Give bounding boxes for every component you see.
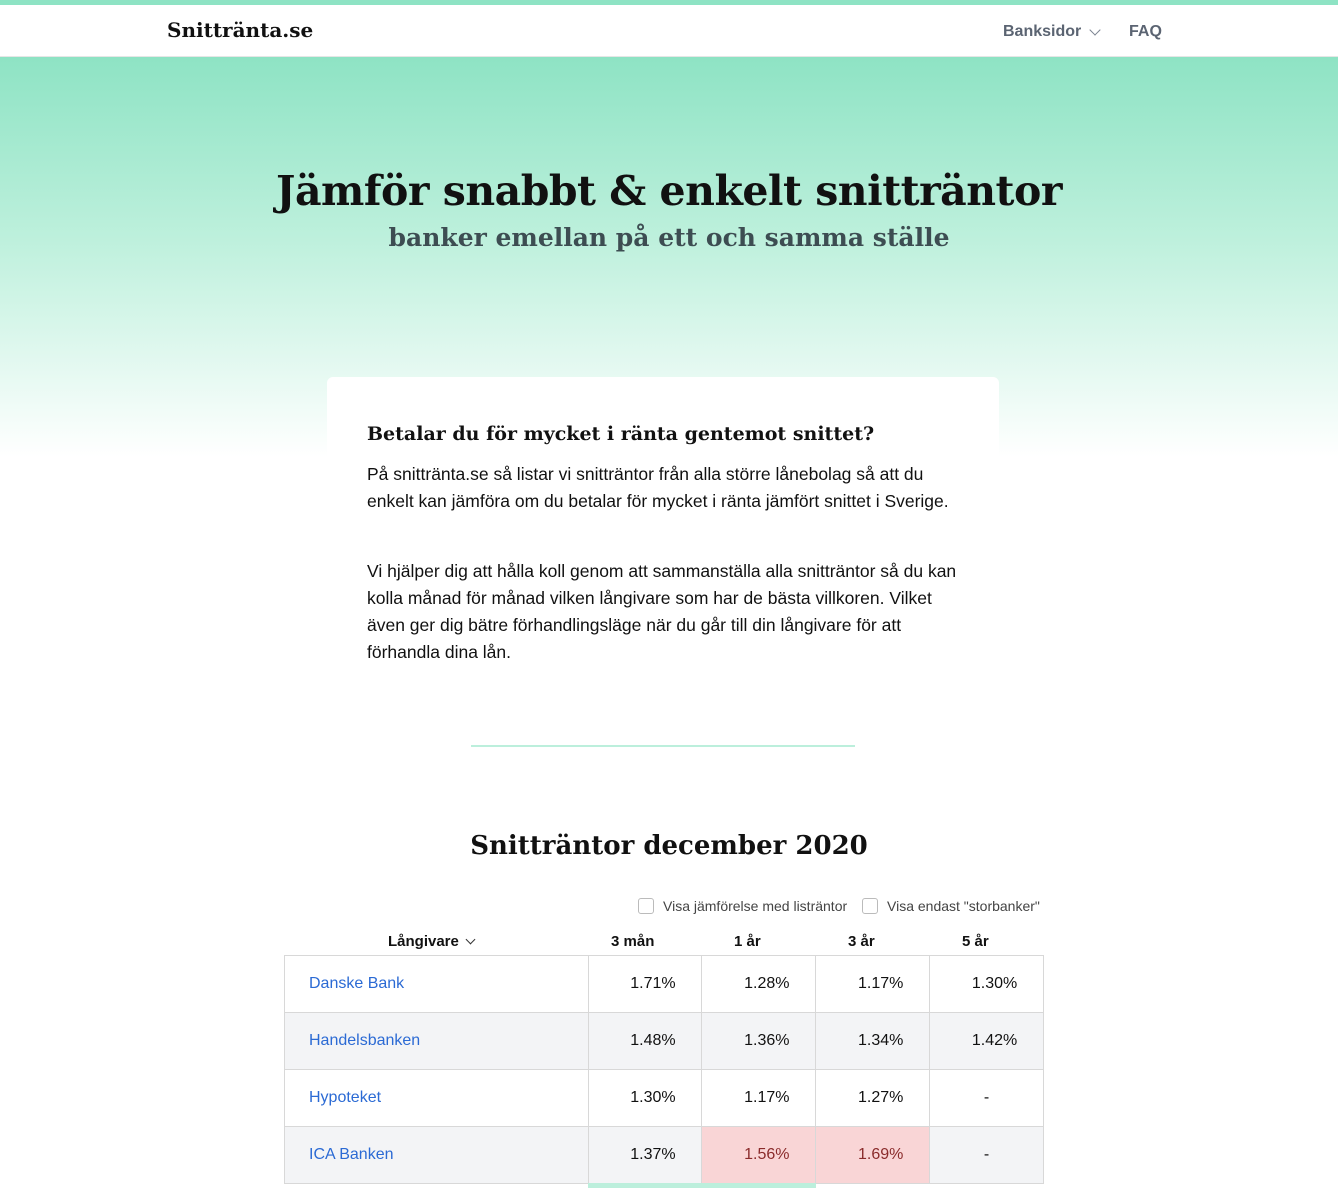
table-row: Danske Bank 1.71% 1.28% 1.17% 1.30% bbox=[284, 955, 1044, 1013]
lender-link[interactable]: ICA Banken bbox=[309, 1146, 394, 1163]
lender-link[interactable]: Hypoteket bbox=[309, 1089, 381, 1106]
rate-cell-above-average: 1.69% bbox=[815, 1126, 931, 1184]
rate-value: 1.17% bbox=[858, 975, 904, 992]
checkbox[interactable] bbox=[862, 898, 878, 914]
intro-card: Betalar du för mycket i ränta gentemot s… bbox=[327, 377, 999, 697]
rate-cell: - bbox=[929, 1069, 1044, 1127]
rate-cell: - bbox=[929, 1126, 1044, 1184]
rate-cell: 1.36% bbox=[701, 1012, 817, 1070]
rate-value: 1.56% bbox=[744, 1146, 790, 1163]
rate-value: 1.71% bbox=[630, 975, 676, 992]
table-row: Handelsbanken 1.48% 1.36% 1.34% 1.42% bbox=[284, 1012, 1044, 1070]
rate-value: 1.34% bbox=[858, 1032, 904, 1049]
table-row: Hypoteket 1.30% 1.17% 1.27% - bbox=[284, 1069, 1044, 1127]
filter-label: Visa endast "storbanker" bbox=[887, 898, 1040, 914]
filter-label: Visa jämförelse med listräntor bbox=[663, 898, 848, 914]
hero-subtitle: banker emellan på ett och samma ställe bbox=[388, 223, 950, 252]
rates-table: Danske Bank 1.71% 1.28% 1.17% 1.30% Hand… bbox=[284, 955, 1044, 1184]
nav-banksidor[interactable]: Banksidor bbox=[1003, 23, 1101, 41]
intro-paragraph-2: Vi hjälper dig att hålla koll genom att … bbox=[367, 561, 957, 662]
rate-cell: 1.27% bbox=[815, 1069, 931, 1127]
lender-link[interactable]: Handelsbanken bbox=[309, 1032, 420, 1049]
intro-paragraph-1: På snittränta.se så listar vi snittränto… bbox=[367, 464, 949, 511]
column-header-1y: 1 år bbox=[734, 933, 761, 950]
column-header-5y: 5 år bbox=[962, 933, 989, 950]
column-header-3y: 3 år bbox=[848, 933, 875, 950]
rate-cell: 1.17% bbox=[815, 955, 931, 1013]
rate-value: 1.48% bbox=[630, 1032, 676, 1049]
rates-title: Snitträntor december 2020 bbox=[470, 831, 868, 861]
rate-value: 1.42% bbox=[971, 1032, 1018, 1049]
rate-value: 1.30% bbox=[971, 975, 1018, 992]
nav-faq[interactable]: FAQ bbox=[1129, 23, 1162, 41]
filter-big-banks-only[interactable]: Visa endast "storbanker" bbox=[862, 898, 1040, 914]
rate-cell: 1.48% bbox=[587, 1012, 703, 1070]
hero-title: Jämför snabbt & enkelt snitträntor bbox=[276, 167, 1062, 215]
lender-cell: Handelsbanken bbox=[284, 1012, 589, 1070]
rate-cell: 1.42% bbox=[929, 1012, 1044, 1070]
rate-value: 1.69% bbox=[858, 1146, 904, 1163]
lender-cell: Hypoteket bbox=[284, 1069, 589, 1127]
next-row-highlight bbox=[588, 1183, 816, 1188]
rate-cell: 1.71% bbox=[587, 955, 703, 1013]
sort-chevron-icon bbox=[465, 934, 476, 945]
rate-value: - bbox=[983, 1089, 990, 1106]
rate-value: - bbox=[983, 1146, 990, 1163]
column-header-lender[interactable]: Långivare bbox=[388, 933, 476, 950]
column-header-label: Långivare bbox=[388, 933, 459, 950]
rate-cell: 1.37% bbox=[587, 1126, 703, 1184]
rate-cell: 1.17% bbox=[701, 1069, 817, 1127]
lender-cell: Danske Bank bbox=[284, 955, 589, 1013]
nav-banksidor-label: Banksidor bbox=[1003, 23, 1082, 40]
rate-value: 1.17% bbox=[744, 1089, 790, 1106]
section-divider bbox=[471, 745, 855, 747]
checkbox[interactable] bbox=[638, 898, 654, 914]
rate-cell-above-average: 1.56% bbox=[701, 1126, 817, 1184]
lender-cell: ICA Banken bbox=[284, 1126, 589, 1184]
rate-cell: 1.30% bbox=[929, 955, 1044, 1013]
rate-cell: 1.34% bbox=[815, 1012, 931, 1070]
intro-heading: Betalar du för mycket i ränta gentemot s… bbox=[367, 423, 875, 445]
table-row: ICA Banken 1.37% 1.56% 1.69% - bbox=[284, 1126, 1044, 1184]
rate-value: 1.30% bbox=[630, 1089, 676, 1106]
filter-compare-list-rates[interactable]: Visa jämförelse med listräntor bbox=[638, 898, 847, 914]
navbar: Snittränta.se Banksidor FAQ bbox=[0, 5, 1338, 57]
rate-value: 1.36% bbox=[744, 1032, 790, 1049]
rate-cell: 1.30% bbox=[587, 1069, 703, 1127]
rate-value: 1.37% bbox=[630, 1146, 676, 1163]
rate-cell: 1.28% bbox=[701, 955, 817, 1013]
lender-link[interactable]: Danske Bank bbox=[309, 975, 404, 992]
rate-value: 1.28% bbox=[744, 975, 790, 992]
rate-value: 1.27% bbox=[858, 1089, 904, 1106]
chevron-down-icon bbox=[1089, 23, 1101, 36]
brand-logo[interactable]: Snittränta.se bbox=[167, 18, 313, 42]
column-header-3m: 3 mån bbox=[611, 933, 655, 950]
